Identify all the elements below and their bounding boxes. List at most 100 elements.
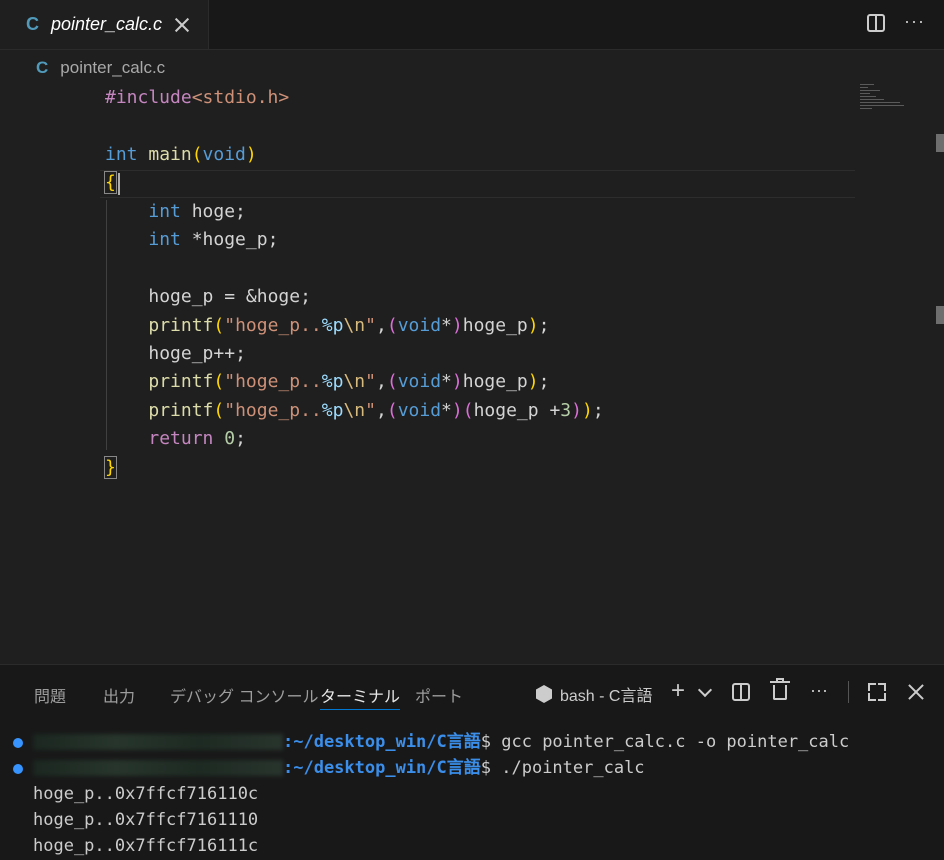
output-line: hoge_p..0x7ffcf7161110 [33,810,259,830]
token: " [365,315,376,336]
token: "hoge_p.. [224,315,322,336]
token: main [137,144,192,165]
plus-icon[interactable]: + [671,677,685,705]
code-line[interactable]: 3 int main(void) [0,141,860,169]
more-actions-icon[interactable]: ··· [904,11,925,32]
token: void [397,315,442,336]
token: "hoge_p.. [224,371,322,392]
terminal-selector-label: bash - C言語 [560,688,653,705]
code-line[interactable]: 10 hoge_p++; [0,340,860,368]
token: ; [235,428,246,449]
command-decoration-icon[interactable] [13,738,23,748]
token: , [376,400,387,421]
tab-label: pointer_calc.c [51,14,163,34]
close-panel-icon[interactable] [907,683,925,701]
tab-pointer-calc[interactable]: C pointer_calc.c [0,0,209,49]
prompt-path: :~/desktop_win/C言語 [283,758,481,778]
token: 0 [224,428,236,449]
maximize-icon[interactable] [868,683,886,701]
code-line[interactable]: 12 printf("hoge_p..%p\n",(void*)(hoge_p … [0,397,860,425]
token: " [365,371,376,392]
command-text: ./pointer_calc [501,758,645,778]
code-line[interactable]: 1 #include<stdio.h> [0,84,860,112]
code-line[interactable]: 13 return 0; [0,425,860,453]
token: \n [343,400,366,421]
token: "hoge_p.. [224,400,322,421]
code-line-current[interactable]: 4 { [0,169,860,197]
token: ) [581,400,593,421]
prompt-path: :~/desktop_win/C言語 [283,732,481,752]
editor-tab-bar: C pointer_calc.c ··· [0,0,944,50]
token: ) [527,371,539,392]
token: void [202,144,246,165]
terminal[interactable]: :~/desktop_win/C言語$ gcc pointer_calc.c -… [0,729,944,860]
split-editor-icon[interactable] [867,14,885,32]
more-icon[interactable]: ··· [810,680,828,701]
code-line[interactable]: 9 printf("hoge_p..%p\n",(void*)hoge_p); [0,312,860,340]
token: ( [386,371,398,392]
code-line[interactable]: 11 printf("hoge_p..%p\n",(void*)hoge_p); [0,368,860,396]
token: " [365,400,376,421]
output-line: hoge_p..0x7ffcf716110c [33,784,259,804]
code-line[interactable]: 5 int hoge; [0,198,860,226]
chevron-down-icon[interactable] [697,682,713,698]
token: } [104,456,117,479]
token: hoge_p [462,315,528,336]
terminal-line: :~/desktop_win/C言語$ ./pointer_calc [33,755,645,781]
token: ( [213,315,225,336]
redacted-user-host [33,734,283,750]
code-line[interactable]: 7 [0,255,860,283]
tab-debug-console[interactable]: デバッグ コンソール [170,683,318,707]
token: %p [321,371,344,392]
token: , [376,371,387,392]
code-line[interactable]: 14 } [0,454,860,482]
token: * [441,371,452,392]
token: hoge_p [148,343,214,364]
token: , [376,315,387,336]
redacted-user-host [33,760,283,776]
tab-problems[interactable]: 問題 [34,683,66,707]
toolbar-divider [848,681,849,703]
token: ) [451,315,463,336]
terminal-selector[interactable]: bash - C言語 [536,682,652,706]
token: ( [462,400,474,421]
bottom-panel: 問題 出力 デバッグ コンソール ターミナル ポート bash - C言語 + … [0,664,944,860]
token: ( [213,400,225,421]
token: ; [538,371,550,392]
terminal-line: :~/desktop_win/C言語$ gcc pointer_calc.c -… [33,729,849,755]
token: ( [191,144,203,165]
tab-terminal[interactable]: ターミナル [320,683,401,710]
code-editor[interactable]: 1 #include<stdio.h> 2 3 int main(void) 4… [0,84,944,664]
token: #include [105,87,192,108]
token: ; [300,286,311,307]
command-decoration-icon[interactable] [13,764,23,774]
token: ++; [213,343,246,364]
code-line[interactable]: 8 hoge_p = &hoge; [0,283,860,311]
trash-icon[interactable] [770,678,790,701]
command-text: gcc pointer_calc.c -o pointer_calc [501,732,850,752]
close-icon[interactable] [174,17,190,33]
token: hoge_p [148,286,214,307]
token: <stdio.h> [191,87,290,108]
tab-output[interactable]: 出力 [103,683,135,707]
breadcrumb-file[interactable]: pointer_calc.c [60,58,165,78]
tab-ports[interactable]: ポート [415,683,463,707]
token: 3 [560,400,572,421]
breadcrumb: C pointer_calc.c [36,57,165,79]
minimap[interactable] [860,84,910,114]
token: hoge [256,286,301,307]
token: + [538,400,561,421]
token: ( [386,315,398,336]
token: printf [148,371,214,392]
code-line[interactable]: 2 [0,112,860,140]
split-terminal-icon[interactable] [732,683,750,701]
token: ( [213,371,225,392]
token: * [441,315,452,336]
code-line[interactable]: 6 int *hoge_p; [0,226,860,254]
token: int [105,144,138,165]
token: ) [571,400,582,421]
token: void [397,371,442,392]
token: printf [148,400,214,421]
c-file-icon: C [36,58,49,77]
